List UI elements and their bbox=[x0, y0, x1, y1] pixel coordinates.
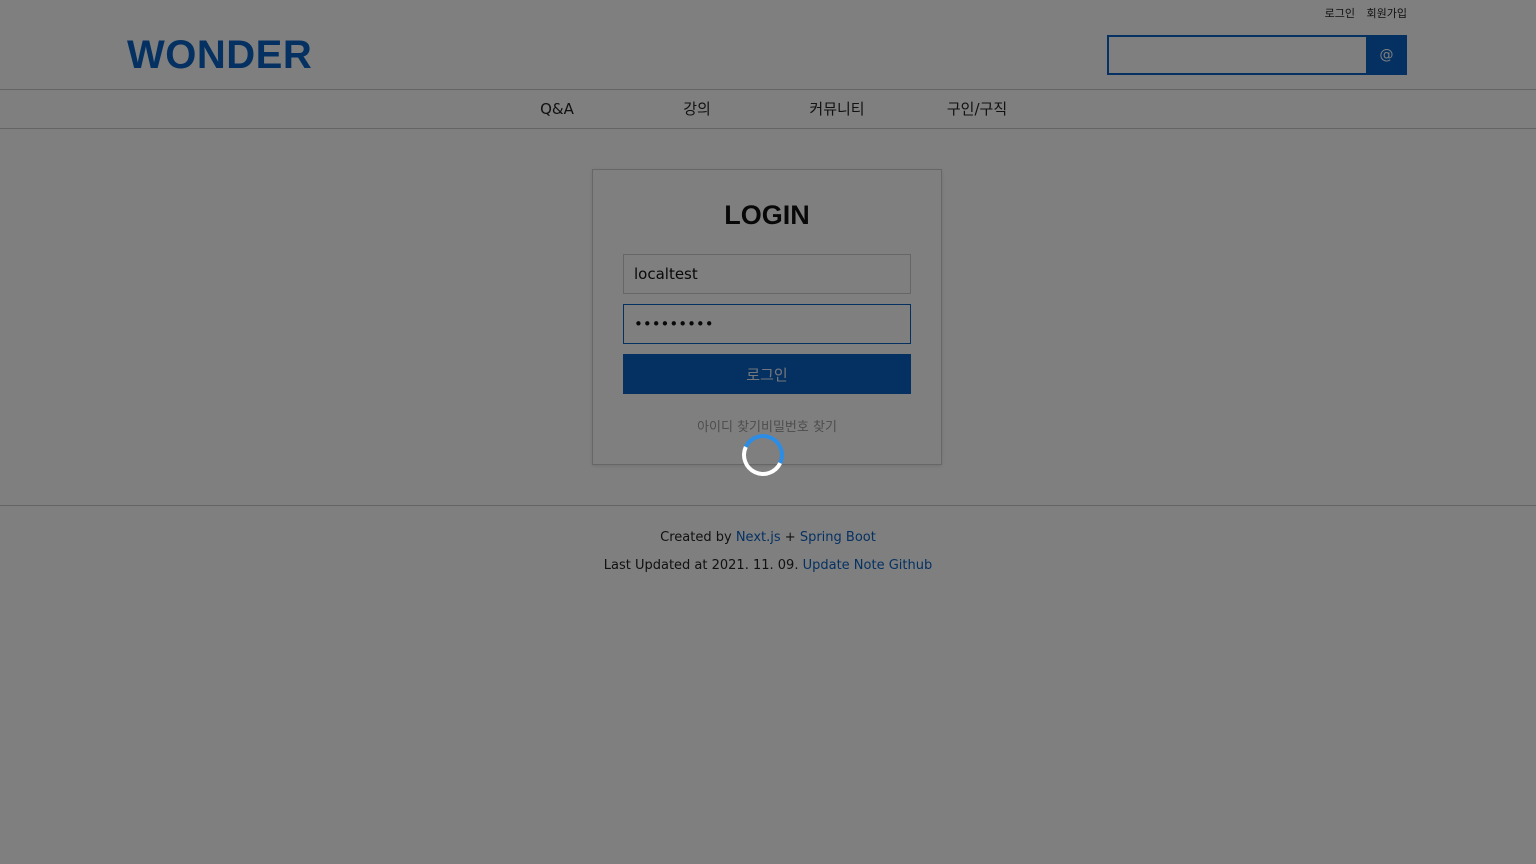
loading-overlay bbox=[0, 0, 1536, 864]
loading-spinner-icon bbox=[736, 428, 790, 482]
